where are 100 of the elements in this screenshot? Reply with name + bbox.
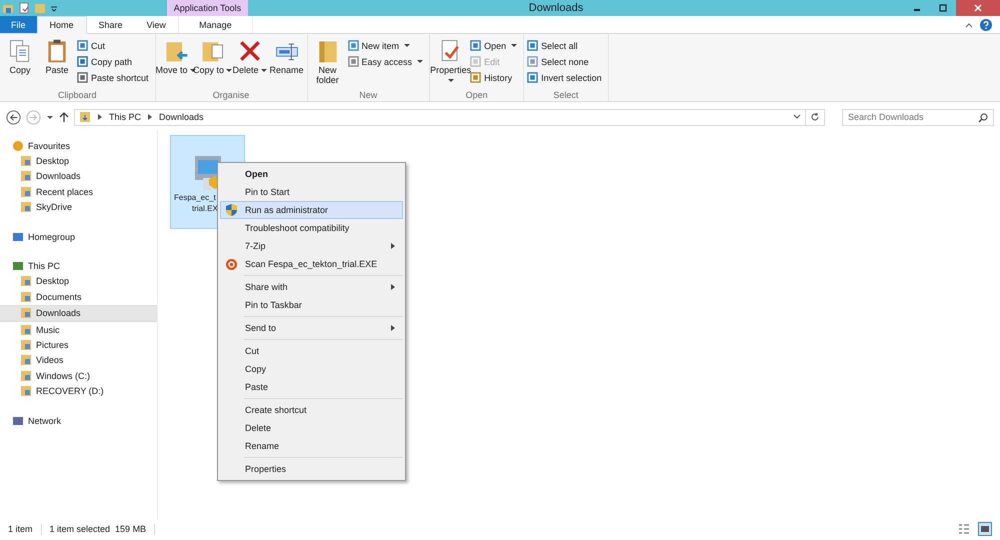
ribbon-button[interactable]: New item [348, 39, 424, 52]
ribbon-button-icon [527, 56, 538, 67]
ribbon-button-icon [348, 40, 359, 51]
shield-icon [226, 204, 237, 216]
refresh-button[interactable] [805, 108, 825, 126]
group-label: Select [552, 90, 580, 101]
ribbon-button-icon [77, 40, 88, 51]
ribbon-button-icon [470, 56, 482, 67]
nav-item[interactable]: Documents [0, 289, 157, 305]
nav-item[interactable]: RECOVERY (D:) [0, 383, 157, 399]
ribbon-button[interactable]: Rename [270, 36, 304, 90]
folder-icon [20, 275, 32, 288]
ribbon-button[interactable]: Easy access [348, 55, 424, 68]
ribbon-button[interactable]: Paste [40, 36, 74, 90]
back-icon[interactable] [6, 110, 21, 124]
chevron-icon [97, 113, 103, 121]
nav-icon [12, 260, 24, 272]
status-text: 1 item selected [50, 524, 110, 534]
nav-icon [12, 414, 24, 427]
folder-icon [20, 155, 32, 168]
nav-item[interactable]: Network [0, 412, 157, 428]
details-view-icon[interactable] [958, 523, 970, 535]
ribbon-button[interactable]: Select all [527, 39, 602, 52]
ribbon-tab[interactable]: View [134, 16, 178, 33]
ribbon-button[interactable]: Copy to [196, 36, 230, 90]
ribbon-button[interactable]: Move to [158, 36, 193, 90]
menu-item[interactable]: Paste [220, 378, 403, 396]
help-icon[interactable] [980, 18, 992, 30]
nav-item[interactable]: Downloads [0, 304, 157, 322]
file-tab[interactable]: File [0, 16, 37, 33]
nav-item[interactable]: SkyDrive [0, 200, 157, 215]
dropdown-icon[interactable] [793, 113, 801, 121]
menu-item[interactable]: 7-Zip [220, 237, 403, 255]
ribbon-button[interactable]: Cut [77, 39, 149, 52]
document-icon[interactable] [18, 2, 30, 14]
nav-item[interactable]: Desktop [0, 274, 157, 290]
folder-icon [20, 307, 32, 320]
file-name: Fespa_ec_t [173, 192, 216, 203]
ribbon-button-icon [527, 72, 538, 83]
large-icons-view-icon[interactable] [978, 522, 992, 536]
submenu-arrow-icon [391, 243, 395, 249]
ribbon-tab[interactable]: Manage [178, 16, 253, 33]
folder-icon [79, 111, 91, 123]
menu-item[interactable]: Create shortcut [220, 401, 403, 419]
ribbon-button-icon [348, 56, 359, 67]
menu-item[interactable]: Run as administrator [220, 201, 403, 219]
close-icon[interactable] [956, 0, 1000, 16]
search-icon [978, 112, 988, 122]
breadcrumb[interactable]: This PC [109, 112, 142, 122]
nav-item[interactable]: Music [0, 322, 157, 338]
menu-item[interactable]: Send to [220, 319, 403, 337]
nav-item[interactable]: Windows (C:) [0, 368, 157, 384]
breadcrumb[interactable]: Downloads [159, 112, 204, 122]
nav-item[interactable]: Recent places [0, 184, 157, 200]
submenu-arrow-icon [391, 284, 395, 290]
dropdown-icon[interactable] [46, 113, 54, 121]
menu-item[interactable]: Delete [220, 419, 403, 437]
ribbon-button[interactable]: Copy path [77, 55, 149, 68]
ribbon-button-icon [527, 40, 538, 51]
ribbon-button-icon [470, 72, 482, 83]
group-label: Open [464, 90, 489, 101]
address-bar[interactable]: This PC Downloads [74, 108, 806, 126]
folder-icon [20, 186, 32, 198]
nav-item[interactable]: Downloads [0, 168, 157, 184]
menu-item[interactable]: Rename [220, 437, 403, 455]
ribbon-button-icon [77, 56, 88, 67]
nav-item[interactable]: Desktop [0, 153, 157, 169]
submenu-arrow-icon [391, 325, 395, 331]
menu-item[interactable]: Properties [220, 460, 403, 478]
ribbon-button[interactable]: History [470, 71, 518, 84]
ribbon-tab[interactable]: Share [86, 16, 135, 33]
ribbon-button[interactable]: Select none [527, 55, 602, 68]
folder-icon [20, 338, 32, 351]
nav-item[interactable]: Videos [0, 352, 157, 368]
window-title: Downloads [528, 1, 584, 16]
status-text: 159 MB [115, 524, 146, 534]
group-label: Clipboard [57, 90, 98, 101]
folder-icon [20, 385, 32, 398]
menu-item[interactable]: Copy [220, 360, 403, 378]
ribbon-button[interactable]: Invert selection [527, 71, 602, 84]
ribbon-tab[interactable]: Home [36, 16, 87, 34]
nav-item[interactable]: Favourites [0, 138, 157, 154]
search-field[interactable]: Search Downloads [842, 108, 994, 126]
nav-item[interactable]: Pictures [0, 337, 157, 353]
up-arrow-icon[interactable] [59, 111, 69, 123]
ribbon-button-icon [77, 72, 88, 83]
nav-item[interactable]: This PC [0, 258, 157, 274]
nav-icon [12, 140, 24, 152]
chevron-icon [147, 113, 154, 121]
nav-item[interactable]: Homegroup [0, 228, 157, 244]
ribbon-button[interactable]: Open [470, 39, 518, 52]
ribbon-button[interactable]: Paste shortcut [77, 71, 149, 84]
menu-item[interactable]: Cut [220, 342, 403, 360]
menu-item[interactable]: Scan Fespa_ec_tekton_trial.EXE [220, 255, 403, 273]
folder-icon [20, 201, 32, 214]
ribbon-button[interactable]: Copy [3, 36, 37, 90]
ribbon-button[interactable]: New folder [310, 36, 345, 90]
ribbon-button[interactable]: Delete [232, 36, 267, 90]
menu-item[interactable]: Share with [220, 278, 403, 296]
menu-item[interactable]: Pin to Taskbar [220, 296, 403, 314]
